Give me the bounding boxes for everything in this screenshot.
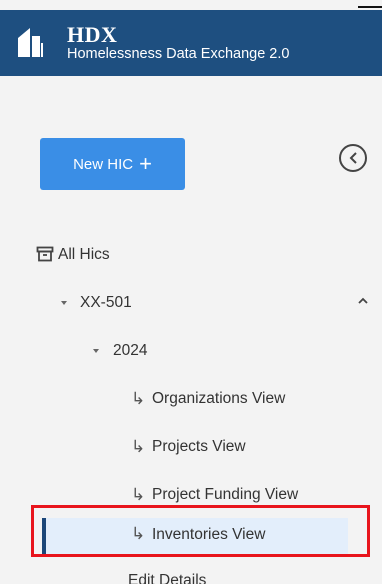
chevron-up-icon[interactable] xyxy=(357,297,369,305)
nav-item-organizations-view[interactable]: ↳ Organizations View xyxy=(0,375,382,423)
nav-item-label: XX-501 xyxy=(80,294,132,311)
nav-item-label: Edit Details xyxy=(128,572,207,584)
top-edge-line xyxy=(358,6,382,8)
caret-down-icon xyxy=(61,301,67,305)
nav-item-label: 2024 xyxy=(113,342,148,359)
nav-item-all-hics[interactable]: All Hics xyxy=(0,231,382,279)
highlight-annotation-box xyxy=(31,505,370,557)
new-hic-button[interactable]: New HIC + xyxy=(40,138,185,190)
nav-item-label: Projects View xyxy=(152,438,246,455)
nav-item-label: Organizations View xyxy=(152,390,286,407)
subdirectory-arrow-icon: ↳ xyxy=(131,485,146,504)
archive-box-icon xyxy=(36,246,54,262)
nav-item-label: All Hics xyxy=(58,246,110,263)
nav-item-xx-501[interactable]: XX-501 xyxy=(0,279,382,327)
app-header: HDX Homelessness Data Exchange 2.0 xyxy=(0,10,382,76)
caret-down-icon xyxy=(93,349,99,353)
nav-item-2024[interactable]: 2024 xyxy=(0,327,382,375)
building-logo-icon xyxy=(18,28,43,57)
plus-icon: + xyxy=(139,151,152,176)
chevron-left-icon xyxy=(349,152,357,164)
new-hic-label: New HIC xyxy=(73,155,134,173)
nav-item-projects-view[interactable]: ↳ Projects View xyxy=(0,423,382,471)
nav-item-edit-details[interactable]: Edit Details xyxy=(0,558,382,584)
subdirectory-arrow-icon: ↳ xyxy=(131,437,146,456)
collapse-sidebar-button[interactable] xyxy=(339,144,367,172)
app-brand: HDX xyxy=(67,22,118,47)
app-subtitle: Homelessness Data Exchange 2.0 xyxy=(67,46,290,62)
nav-item-label: Project Funding View xyxy=(152,486,299,503)
subdirectory-arrow-icon: ↳ xyxy=(131,389,146,408)
